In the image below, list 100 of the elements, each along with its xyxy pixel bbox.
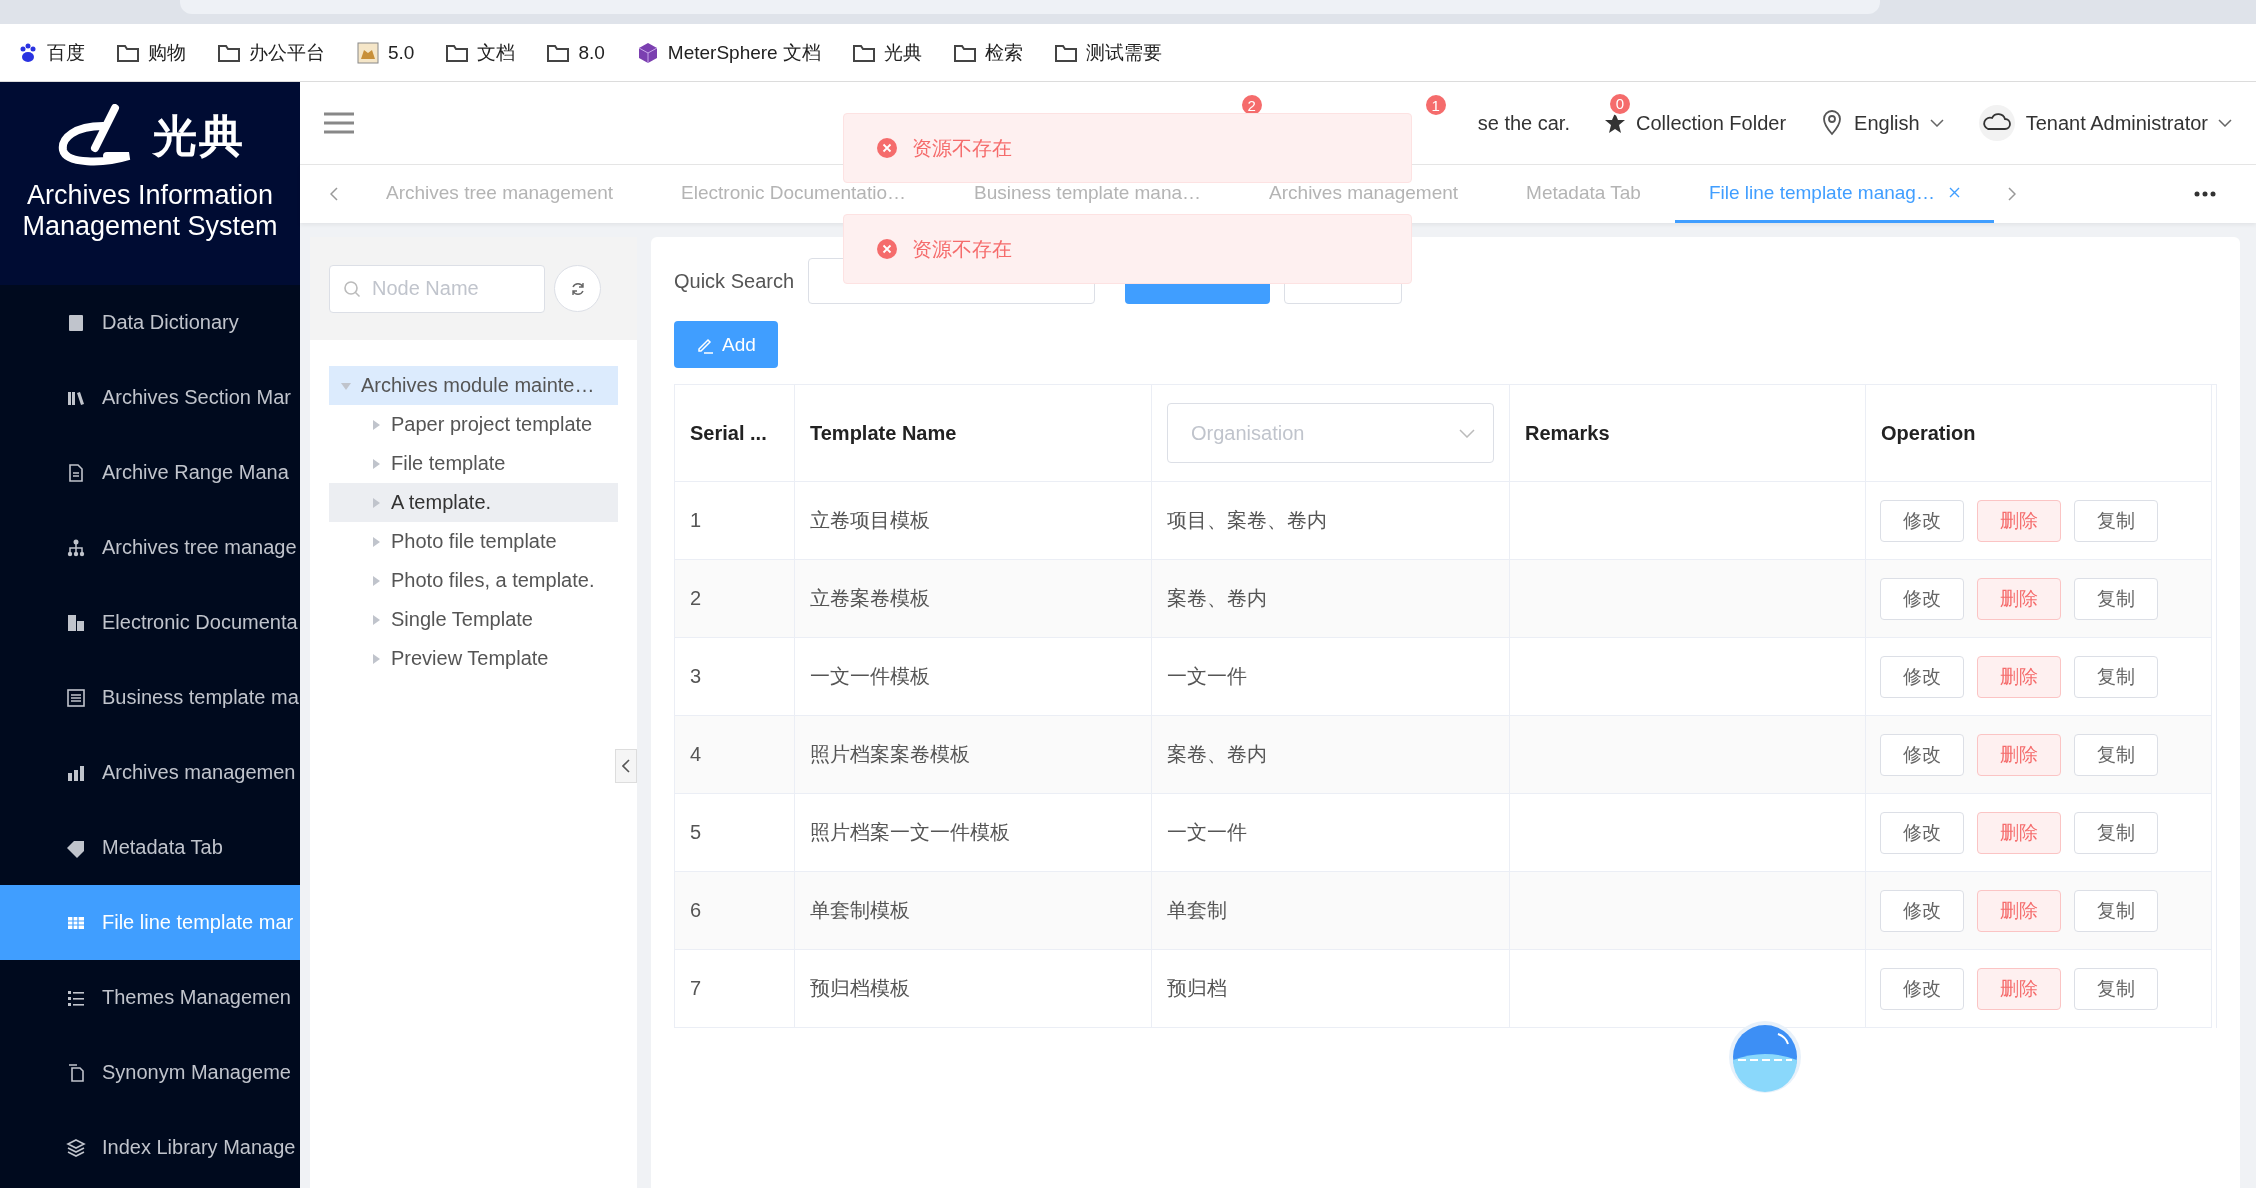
floating-assistant-button[interactable] <box>1728 1020 1802 1094</box>
tree-node-label: Photo files, a template. <box>391 569 595 592</box>
bookmark[interactable]: 检索 <box>953 39 1023 66</box>
sidebar-item[interactable]: Data Dictionary <box>0 285 300 360</box>
edit-button[interactable]: 修改 <box>1880 967 1964 1010</box>
table-cell: 案卷、卷内 <box>1152 560 1510 638</box>
sidebar-item[interactable]: Themes Managemen <box>0 960 300 1035</box>
table-cell: 项目、案卷、卷内 <box>1152 482 1510 560</box>
tree-node[interactable]: Photo files, a template. <box>329 561 618 600</box>
table-cell: 立卷案卷模板 <box>795 560 1152 638</box>
copy-button[interactable]: 复制 <box>2074 967 2158 1010</box>
edit-button[interactable]: 修改 <box>1880 577 1964 620</box>
user-dropdown[interactable]: Tenant Administrator <box>1977 104 2232 142</box>
copy-button[interactable]: 复制 <box>2074 577 2158 620</box>
bookmark[interactable]: 文档 <box>446 39 516 66</box>
tree-node[interactable]: Preview Template <box>329 639 618 678</box>
table-cell: 5 <box>675 794 795 872</box>
edit-button[interactable]: 修改 <box>1880 499 1964 542</box>
menu-icon[interactable] <box>324 111 354 135</box>
caret-icon[interactable] <box>341 380 351 391</box>
search-label: Quick Search <box>674 269 795 293</box>
table-cell: 1 <box>675 482 795 560</box>
bookmark[interactable]: 购物 <box>117 39 186 66</box>
caret-icon[interactable] <box>371 653 381 664</box>
header-text: se the car. <box>1477 111 1570 135</box>
sidebar-item[interactable]: Archives managemen <box>0 735 300 810</box>
tree-node-label: Photo file template <box>391 530 557 553</box>
copy-button[interactable]: 复制 <box>2074 733 2158 776</box>
paw-icon <box>18 42 38 63</box>
caret-icon[interactable] <box>371 575 381 586</box>
error-icon <box>876 238 898 260</box>
toast-message: 资源不存在 <box>912 135 1012 161</box>
tree-node[interactable]: Single Template <box>329 600 618 639</box>
logo-text: 光典 <box>153 109 245 162</box>
chevron-left-icon[interactable] <box>330 186 338 201</box>
error-icon <box>876 137 898 159</box>
collection-folder-link[interactable]: Collection Folder <box>1636 111 1787 135</box>
folder-icon <box>852 43 875 62</box>
more-icon[interactable] <box>2194 191 2216 197</box>
edit-button[interactable]: 修改 <box>1880 889 1964 932</box>
document-icon <box>66 462 86 483</box>
edit-button[interactable]: 修改 <box>1880 655 1964 698</box>
caret-icon[interactable] <box>371 614 381 625</box>
caret-icon[interactable] <box>371 458 381 469</box>
chevron-down-icon <box>1929 119 1944 127</box>
tree-node[interactable]: Paper project template <box>329 405 618 444</box>
sidebar-item[interactable]: Metadata Tab <box>0 810 300 885</box>
sidebar-item[interactable]: Index Library Manage <box>0 1110 300 1185</box>
bookmark[interactable]: 百度 <box>18 39 85 66</box>
table-cell: 一文一件 <box>1152 638 1510 716</box>
tree-node[interactable]: Photo file template <box>329 522 618 561</box>
sidebar-item[interactable]: Synonym Manageme <box>0 1035 300 1110</box>
caret-icon[interactable] <box>371 419 381 430</box>
refresh-icon <box>569 280 586 297</box>
chevron-down-icon <box>1459 428 1475 438</box>
bookmark[interactable]: MeterSphere 文档 <box>636 39 821 66</box>
copy-button[interactable]: 复制 <box>2074 889 2158 932</box>
caret-icon[interactable] <box>371 536 381 547</box>
edit-button[interactable]: 修改 <box>1880 733 1964 776</box>
tree-node[interactable]: Archives module mainte… <box>329 366 618 405</box>
sidebar-item[interactable]: Archive Range Mana <box>0 435 300 510</box>
building-icon <box>66 612 86 633</box>
caret-icon[interactable] <box>371 497 381 508</box>
sidebar-item[interactable]: Archives tree manage <box>0 510 300 585</box>
bookmark[interactable]: 光典 <box>852 39 922 66</box>
folder-icon <box>117 43 139 62</box>
sidebar-item[interactable]: Archives Section Mar <box>0 360 300 435</box>
bookmark[interactable]: 8.0 <box>547 41 605 64</box>
chevron-right-icon[interactable] <box>2007 186 2016 201</box>
sidebar-item[interactable]: Electronic Documenta <box>0 585 300 660</box>
table-cell: 单套制 <box>1152 872 1510 950</box>
language-dropdown[interactable]: English <box>1820 110 1944 136</box>
book-icon <box>66 312 86 333</box>
copy-button[interactable]: 复制 <box>2074 499 2158 542</box>
cube-icon <box>636 41 659 64</box>
tree-node[interactable]: A template. <box>329 483 618 522</box>
bookmark[interactable]: 测试需要 <box>1054 39 1162 66</box>
calculator-icon <box>66 687 86 708</box>
copy-button[interactable]: 复制 <box>2074 811 2158 854</box>
table-cell: 立卷项目模板 <box>795 482 1152 560</box>
table-cell: 一文一件模板 <box>795 638 1152 716</box>
tree-node[interactable]: File template <box>329 444 618 483</box>
table-cell: 一文一件 <box>1152 794 1510 872</box>
folder-icon <box>953 43 976 62</box>
star-icon[interactable] <box>1604 112 1626 134</box>
tree-node-label: File template <box>391 452 506 475</box>
cloud-avatar-icon <box>1977 104 2016 142</box>
copy-button[interactable]: 复制 <box>2074 655 2158 698</box>
close-icon[interactable] <box>1948 187 1960 198</box>
search-icon <box>343 279 361 298</box>
table-cell: 预归档模板 <box>795 950 1152 1028</box>
bookmark[interactable]: 5.0 <box>357 41 415 64</box>
sidebar-item[interactable]: Business template ma <box>0 660 300 735</box>
bookmark[interactable]: 办公平台 <box>218 39 325 66</box>
edit-button[interactable]: 修改 <box>1880 811 1964 854</box>
tree-node-label: Single Template <box>391 608 533 631</box>
refresh-button[interactable] <box>554 265 601 312</box>
node-search-field[interactable]: Node Name <box>329 264 545 313</box>
collapse-button[interactable] <box>615 749 637 783</box>
folder-icon <box>446 43 469 62</box>
